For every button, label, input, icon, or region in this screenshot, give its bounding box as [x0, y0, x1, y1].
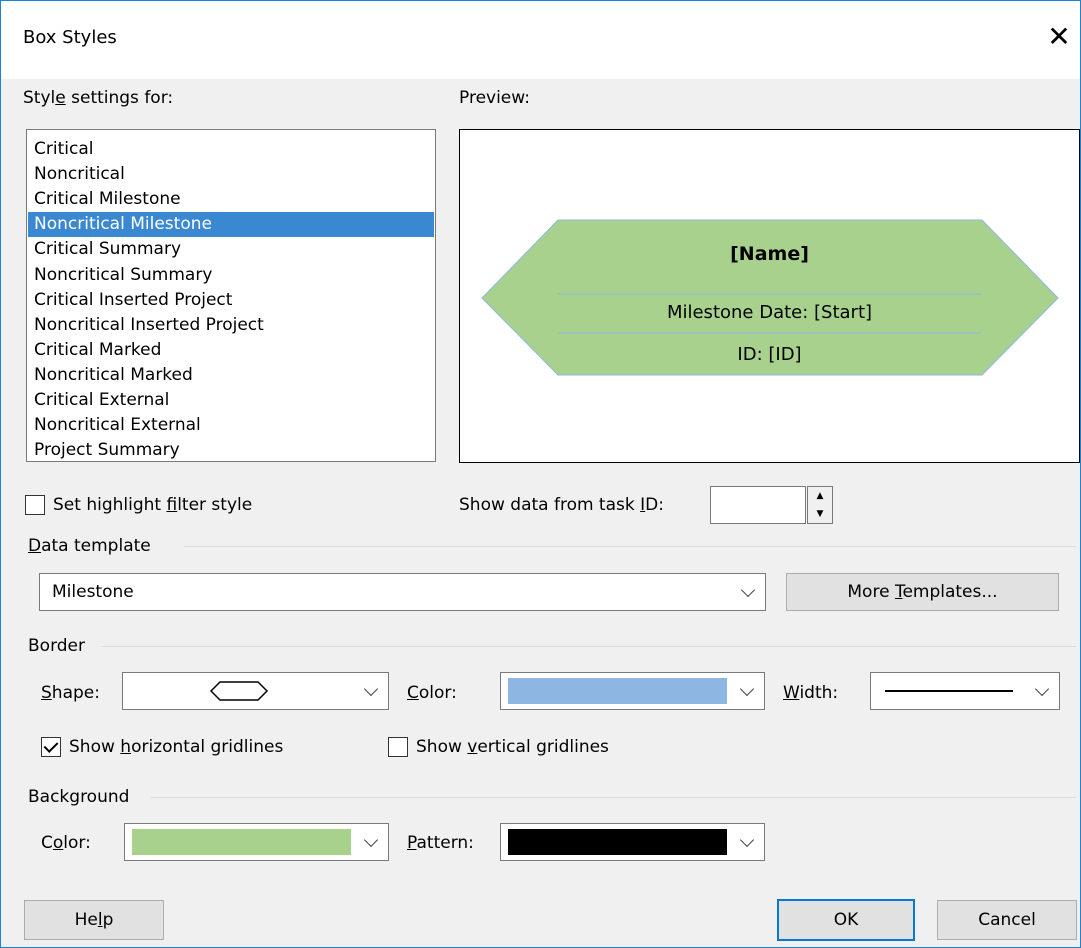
- preview-pane: [Name] Milestone Date: [Start] ID: [ID]: [459, 129, 1080, 463]
- style-list-item[interactable]: Noncritical External: [28, 413, 434, 438]
- style-list-item[interactable]: Critical Summary: [28, 237, 434, 262]
- border-width-dropdown[interactable]: [870, 672, 1060, 710]
- data-template-value: Milestone: [52, 582, 134, 602]
- horizontal-gridlines-checkbox[interactable]: [41, 737, 61, 757]
- style-list-item[interactable]: Project Summary: [28, 438, 434, 461]
- style-list-item[interactable]: Noncritical Milestone: [28, 212, 434, 238]
- data-template-heading: Data template: [28, 536, 151, 556]
- border-color-swatch: [508, 678, 727, 704]
- ok-button[interactable]: OK: [777, 899, 915, 941]
- style-list-item[interactable]: Critical Inserted Project: [28, 288, 434, 313]
- style-list-item[interactable]: Noncritical Summary: [28, 263, 434, 288]
- section-divider: [151, 797, 1076, 798]
- cancel-button[interactable]: Cancel: [937, 900, 1077, 940]
- border-shape-dropdown[interactable]: [122, 672, 389, 710]
- title-bar: Box Styles ✕: [1, 1, 1080, 79]
- style-list-item[interactable]: Noncritical Inserted Project: [28, 313, 434, 338]
- spin-up-icon[interactable]: ▲: [808, 487, 832, 505]
- task-id-spinner[interactable]: ▲ ▼: [807, 486, 833, 524]
- highlight-filter-checkbox[interactable]: [25, 495, 45, 515]
- chevron-down-icon: [363, 681, 379, 697]
- section-divider: [101, 646, 1076, 647]
- data-template-dropdown[interactable]: Milestone: [39, 573, 766, 611]
- chevron-down-icon: [1034, 681, 1050, 697]
- horizontal-gridlines-label[interactable]: Show horizontal gridlines: [69, 737, 283, 757]
- vertical-gridlines-checkbox[interactable]: [388, 737, 408, 757]
- preview-canvas: [481, 219, 1059, 376]
- preview-name-field: [Name]: [730, 243, 809, 265]
- style-list-item[interactable]: Critical: [28, 137, 434, 162]
- background-color-swatch: [132, 829, 351, 855]
- style-list-item[interactable]: Critical Marked: [28, 338, 434, 363]
- style-list-item[interactable]: Critical Milestone: [28, 187, 434, 212]
- pattern-label: Pattern:: [407, 833, 474, 853]
- pattern-dropdown[interactable]: [500, 823, 765, 861]
- highlight-filter-label[interactable]: Set highlight filter style: [53, 495, 252, 515]
- background-color-label: Color:: [41, 833, 91, 853]
- style-list-item[interactable]: Noncritical Marked: [28, 363, 434, 388]
- spin-down-icon[interactable]: ▼: [808, 505, 832, 523]
- vertical-gridlines-label[interactable]: Show vertical gridlines: [416, 737, 609, 757]
- close-icon[interactable]: ✕: [1044, 19, 1074, 55]
- border-color-label: Color:: [407, 683, 457, 703]
- box-styles-dialog: Box Styles ✕ Style settings for: Critica…: [0, 0, 1081, 948]
- chevron-down-icon: [363, 832, 379, 848]
- background-color-dropdown[interactable]: [124, 823, 389, 861]
- style-settings-listbox[interactable]: Critical Noncritical Critical Milestone Non…: [26, 129, 436, 462]
- style-list-item[interactable]: Critical External: [28, 388, 434, 413]
- help-button[interactable]: Help: [24, 900, 164, 940]
- hexagon-shape-icon: [209, 681, 269, 701]
- chevron-down-icon: [740, 582, 756, 598]
- style-list-item[interactable]: Noncritical: [28, 162, 434, 187]
- border-color-dropdown[interactable]: [500, 672, 765, 710]
- background-heading: Background: [28, 787, 130, 807]
- dialog-title: Box Styles: [23, 27, 117, 48]
- more-templates-button[interactable]: More Templates...: [786, 573, 1059, 611]
- chevron-down-icon: [739, 832, 755, 848]
- task-id-label: Show data from task ID:: [459, 495, 664, 515]
- style-settings-label: Style settings for:: [23, 88, 174, 108]
- preview-date-field: Milestone Date: [Start]: [666, 302, 873, 323]
- border-heading: Border: [28, 636, 85, 656]
- preview-id-field: ID: [ID]: [737, 344, 802, 365]
- chevron-down-icon: [739, 681, 755, 697]
- preview-label: Preview:: [459, 88, 530, 108]
- shape-label: Shape:: [41, 683, 100, 703]
- pattern-swatch: [508, 829, 727, 855]
- line-width-sample: [885, 690, 1013, 692]
- section-divider: [184, 546, 1076, 547]
- task-id-input[interactable]: [710, 486, 806, 524]
- width-label: Width:: [783, 683, 839, 703]
